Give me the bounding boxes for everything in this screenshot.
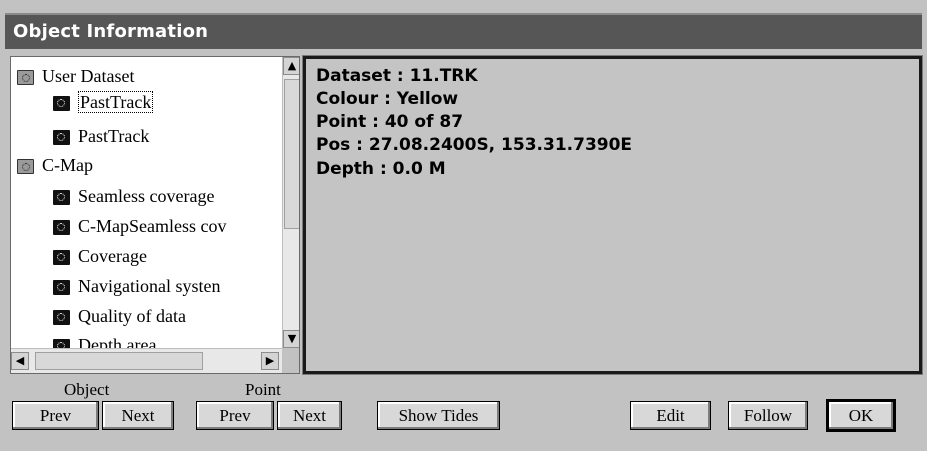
object-next-button[interactable]: Next (102, 401, 174, 430)
edit-button[interactable]: Edit (630, 401, 711, 430)
vertical-scrollbar[interactable]: ▲ ▼ (282, 57, 299, 348)
point-group-label: Point (245, 380, 281, 399)
scroll-left-arrow-icon[interactable]: ◀ (11, 352, 29, 370)
point-prev-button[interactable]: Prev (196, 401, 274, 430)
window-title: Object Information (13, 21, 209, 42)
folder-icon (53, 280, 70, 296)
folder-icon (53, 220, 70, 236)
show-tides-button[interactable]: Show Tides (377, 401, 500, 430)
point-next-button[interactable]: Next (277, 401, 342, 430)
tree-item-c-mapseamless[interactable]: C-MapSeamless cov (53, 214, 226, 238)
tree-item-coverage[interactable]: Coverage (53, 244, 147, 268)
tree-item-user-dataset[interactable]: User Dataset (17, 64, 134, 88)
grey-folder-icon (17, 159, 34, 175)
object-information-window: Object Information User Dataset PastTrac… (0, 0, 927, 451)
ok-button[interactable]: OK (826, 399, 896, 432)
tree-item-label: C-Map (42, 155, 93, 175)
object-group-label: Object (64, 380, 110, 399)
tree-item-seamless-coverage[interactable]: Seamless coverage (53, 184, 214, 208)
folder-icon (53, 250, 70, 266)
scroll-up-arrow-icon[interactable]: ▲ (283, 57, 299, 75)
tree-item-label: Quality of data (78, 306, 186, 326)
tree-item-quality-of-data[interactable]: Quality of data (53, 304, 186, 328)
scroll-down-arrow-icon[interactable]: ▼ (283, 330, 299, 348)
tree-item-pasttrack[interactable]: PastTrack (53, 124, 149, 148)
scroll-corner (282, 348, 299, 373)
object-tree[interactable]: User Dataset PastTrack PastTrack C-Map S… (10, 56, 300, 374)
title-bar[interactable]: Object Information (5, 13, 922, 49)
point-line: Point : 40 of 87 (316, 112, 464, 132)
follow-button[interactable]: Follow (728, 401, 808, 430)
colour-line: Colour : Yellow (316, 89, 459, 109)
position-line: Pos : 27.08.2400S, 153.31.7390E (316, 135, 633, 155)
scroll-right-arrow-icon[interactable]: ▶ (261, 352, 279, 370)
tree-item-navigational-system[interactable]: Navigational systen (53, 274, 220, 298)
tree-item-label: Navigational systen (78, 276, 221, 296)
vertical-scroll-thumb[interactable] (284, 79, 299, 229)
grey-folder-icon (17, 70, 34, 86)
open-folder-icon (53, 96, 70, 112)
object-prev-button[interactable]: Prev (12, 401, 99, 430)
tree-item-c-map[interactable]: C-Map (17, 153, 93, 177)
folder-icon (53, 310, 70, 326)
tree-item-pasttrack-selected[interactable]: PastTrack (53, 90, 154, 114)
object-info-panel: Dataset : 11.TRK Colour : Yellow Point :… (302, 55, 923, 375)
tree-item-label: PastTrack (78, 126, 150, 146)
tree-item-label: Coverage (78, 246, 147, 266)
tree-item-label: PastTrack (78, 91, 154, 113)
folder-icon (53, 130, 70, 146)
tree-item-label: C-MapSeamless cov (78, 216, 227, 236)
horizontal-scroll-thumb[interactable] (35, 352, 203, 370)
depth-line: Depth : 0.0 M (316, 159, 446, 179)
dataset-line: Dataset : 11.TRK (316, 66, 478, 86)
tree-item-label: User Dataset (42, 66, 135, 86)
tree-item-label: Seamless coverage (78, 186, 215, 206)
folder-icon (53, 190, 70, 206)
horizontal-scrollbar[interactable]: ◀ ▶ (11, 348, 282, 373)
